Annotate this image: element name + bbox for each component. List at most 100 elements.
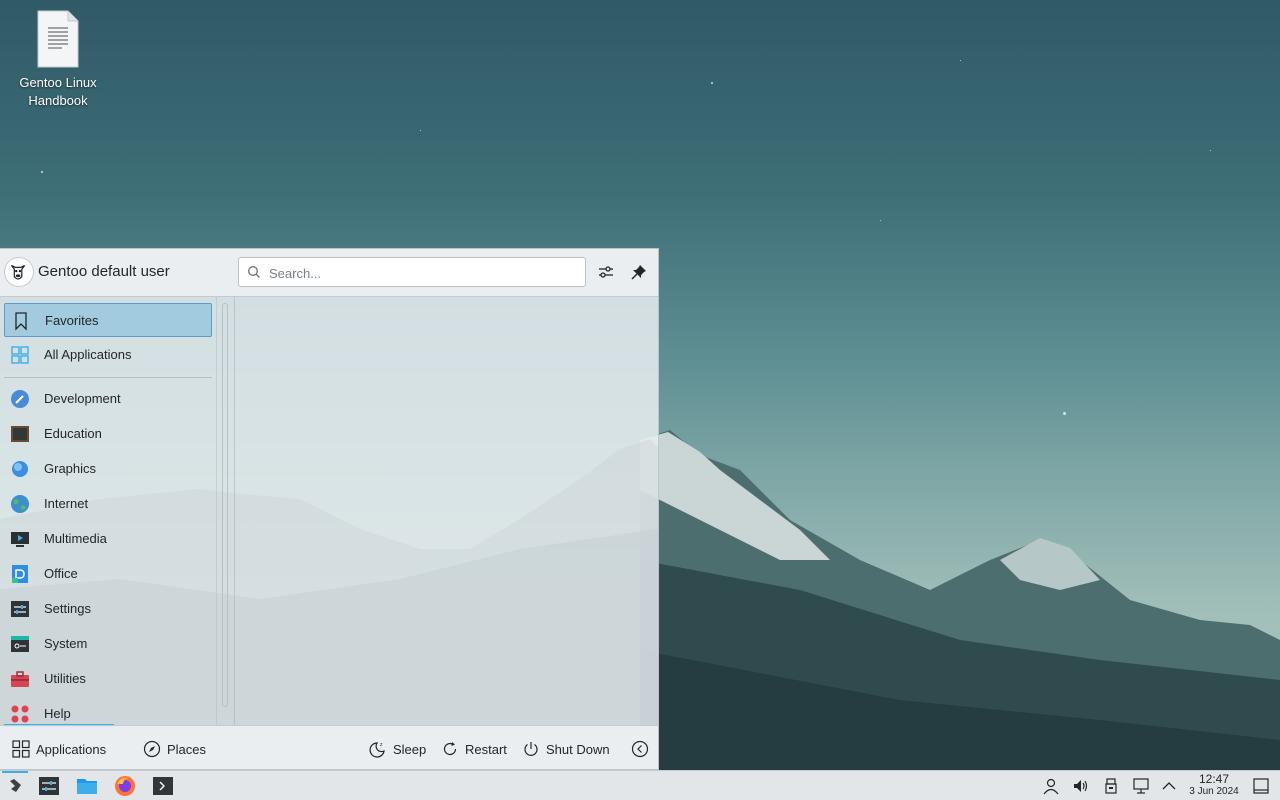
sleep-button[interactable]: z Sleep (369, 738, 426, 760)
search-icon (248, 266, 260, 278)
chevron-up-icon (1162, 782, 1176, 790)
compass-icon (143, 740, 161, 758)
category-label: Multimedia (44, 531, 107, 546)
utilities-icon (11, 671, 29, 687)
desktop-icon-label: Gentoo Linux Handbook (19, 75, 97, 108)
configure-button[interactable] (595, 261, 617, 283)
content-separator (234, 297, 235, 725)
search-field[interactable] (238, 257, 586, 287)
category-education[interactable]: Education (4, 417, 212, 451)
task-file-manager[interactable] (75, 774, 99, 798)
category-all-applications[interactable]: All Applications (4, 338, 212, 372)
launcher-button[interactable] (3, 774, 27, 798)
category-label: Education (44, 426, 102, 441)
power-icon (524, 742, 538, 756)
category-internet[interactable]: Internet (4, 487, 212, 521)
digital-clock[interactable]: 12:47 3 Jun 2024 (1186, 773, 1242, 798)
usb-drive-icon (1105, 778, 1117, 794)
pin-button[interactable] (628, 261, 650, 283)
restart-label: Restart (465, 741, 507, 757)
category-label: Office (44, 566, 78, 581)
launcher-footer: Applications Places z Sleep Restart Shut… (0, 725, 658, 769)
avatar[interactable] (4, 257, 34, 287)
graphics-icon (12, 461, 28, 477)
category-system[interactable]: System (4, 627, 212, 661)
shutdown-label: Shut Down (546, 741, 610, 757)
pin-icon (631, 265, 646, 280)
internet-icon (11, 495, 29, 513)
category-utilities[interactable]: Utilities (4, 662, 212, 696)
terminal-icon (153, 777, 173, 795)
applications-tab[interactable]: Applications (12, 738, 106, 760)
education-icon (11, 426, 29, 442)
firefox-icon (115, 776, 135, 796)
category-label: Development (44, 391, 121, 406)
grid-icon (11, 346, 29, 364)
gentoo-logo-icon (10, 779, 21, 792)
category-label: System (44, 636, 88, 651)
restart-button[interactable]: Restart (441, 738, 507, 760)
category-favorites[interactable]: Favorites (4, 303, 212, 337)
divider (4, 377, 212, 378)
sliders-icon (599, 266, 613, 278)
category-label: Utilities (44, 671, 86, 686)
category-sidebar: Favorites All Applications Development E… (0, 297, 216, 725)
multimedia-icon (11, 532, 29, 547)
category-multimedia[interactable]: Multimedia (4, 522, 212, 556)
volume-control[interactable] (1071, 776, 1091, 796)
office-icon (12, 565, 28, 583)
user-name: Gentoo default user (38, 263, 170, 280)
sidebar-scrollbar[interactable] (222, 303, 228, 707)
svg-text:z: z (380, 742, 383, 748)
volume-icon (1074, 780, 1088, 792)
task-terminal[interactable] (151, 774, 175, 798)
clock-date: 3 Jun 2024 (1189, 786, 1239, 797)
applications-label: Applications (36, 741, 107, 757)
desktop-icon-handbook[interactable]: Gentoo Linux Handbook (12, 10, 104, 110)
user-icon (1043, 778, 1059, 795)
places-label: Places (167, 741, 207, 757)
development-icon (11, 390, 29, 408)
bookmark-icon (15, 312, 27, 331)
category-office[interactable]: Office (4, 557, 212, 591)
category-label: Settings (44, 601, 91, 616)
sleep-icon: z (369, 742, 385, 758)
user-switcher[interactable] (1041, 776, 1061, 796)
sleep-label: Sleep (393, 741, 427, 757)
shutdown-button[interactable]: Shut Down (522, 738, 610, 760)
category-label: Favorites (45, 313, 99, 328)
document-icon (36, 10, 80, 68)
category-label: Graphics (44, 461, 97, 476)
show-hidden-icons[interactable] (1159, 776, 1179, 796)
network-control[interactable] (1131, 776, 1151, 796)
folder-icon (77, 779, 97, 794)
settings-app-icon (39, 777, 59, 795)
category-development[interactable]: Development (4, 382, 212, 416)
category-settings[interactable]: Settings (4, 592, 212, 626)
category-label: Help (44, 706, 71, 721)
taskbar: 12:47 3 Jun 2024 (0, 770, 1280, 800)
applications-grid-icon (12, 740, 30, 758)
launcher-header: Gentoo default user (0, 249, 658, 297)
removable-devices[interactable] (1101, 776, 1121, 796)
show-desktop-icon (1253, 778, 1269, 794)
system-icon (11, 636, 29, 652)
restart-icon (443, 742, 457, 756)
launcher-active-indicator (2, 771, 28, 773)
help-icon (11, 705, 29, 723)
sidebar-separator (216, 297, 217, 725)
show-desktop-button[interactable] (1251, 776, 1271, 796)
task-firefox[interactable] (113, 774, 137, 798)
category-label: Internet (44, 496, 89, 511)
network-icon (1133, 778, 1149, 794)
settings-icon (11, 601, 29, 617)
places-tab[interactable]: Places (143, 738, 206, 760)
category-help[interactable]: Help (4, 697, 212, 725)
application-launcher: Gentoo default user Search... Favorites … (0, 248, 659, 770)
clock-time: 12:47 (1198, 772, 1230, 786)
more-actions-button[interactable] (631, 738, 649, 760)
category-graphics[interactable]: Graphics (4, 452, 212, 486)
search-input[interactable] (267, 262, 571, 284)
category-label: All Applications (44, 347, 132, 362)
task-system-settings[interactable] (37, 774, 61, 798)
